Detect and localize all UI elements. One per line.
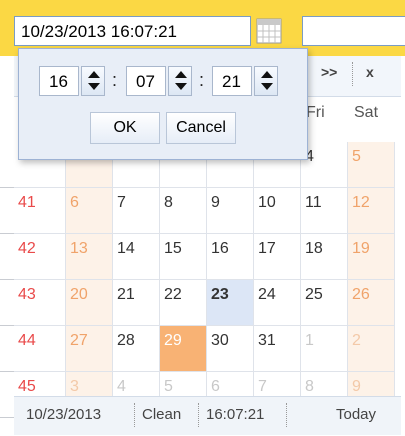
week-number: 43 bbox=[14, 280, 66, 326]
day-cell[interactable]: 17 bbox=[254, 234, 301, 280]
grid-line bbox=[0, 233, 14, 234]
footer-separator bbox=[134, 403, 136, 427]
secondary-input[interactable] bbox=[302, 16, 405, 46]
hour-field[interactable]: 16 bbox=[39, 66, 79, 96]
footer-time[interactable]: 16:07:21 bbox=[206, 406, 264, 423]
footer-date[interactable]: 10/23/2013 bbox=[26, 406, 101, 423]
up-arrow-icon[interactable] bbox=[261, 71, 273, 78]
time-separator: : bbox=[199, 70, 205, 90]
day-cell[interactable]: 5 bbox=[348, 142, 395, 188]
day-cell[interactable]: 13 bbox=[66, 234, 113, 280]
day-cell[interactable]: 7 bbox=[113, 188, 160, 234]
day-cell[interactable]: 18 bbox=[301, 234, 348, 280]
day-cell[interactable]: 23 bbox=[207, 280, 254, 326]
day-cell[interactable]: 26 bbox=[348, 280, 395, 326]
ok-button[interactable]: OK bbox=[90, 112, 160, 144]
datetime-picker: 10/23/2013 16:07:21 >> x Fri Sat 4 5 41 6 7 8… bbox=[0, 0, 405, 436]
minute-field[interactable]: 07 bbox=[126, 66, 166, 96]
time-separator: : bbox=[112, 70, 118, 90]
day-cell[interactable]: 6 bbox=[66, 188, 113, 234]
minute-spinner[interactable] bbox=[168, 66, 192, 96]
time-picker-popup: 16 : 07 : 21 OK Cancel bbox=[18, 48, 308, 160]
second-spinner[interactable] bbox=[254, 66, 278, 96]
day-cell[interactable]: 25 bbox=[301, 280, 348, 326]
hour-spinner[interactable] bbox=[81, 66, 105, 96]
nav-separator bbox=[352, 62, 353, 86]
grid-line bbox=[0, 187, 14, 188]
day-cell[interactable]: 8 bbox=[160, 188, 207, 234]
grid-line bbox=[0, 279, 14, 280]
down-arrow-icon[interactable] bbox=[88, 83, 100, 90]
up-arrow-icon[interactable] bbox=[175, 71, 187, 78]
day-cell[interactable]: 31 bbox=[254, 326, 301, 372]
day-cell[interactable]: 4 bbox=[301, 142, 348, 188]
day-cell[interactable]: 27 bbox=[66, 326, 113, 372]
calendar-footer: 10/23/2013 Clean 16:07:21 Today bbox=[14, 396, 401, 435]
up-arrow-icon[interactable] bbox=[88, 71, 100, 78]
day-cell[interactable]: 21 bbox=[113, 280, 160, 326]
calendar-icon[interactable] bbox=[256, 17, 282, 45]
datetime-input[interactable]: 10/23/2013 16:07:21 bbox=[14, 16, 251, 46]
day-cell[interactable]: 11 bbox=[301, 188, 348, 234]
down-arrow-icon[interactable] bbox=[261, 83, 273, 90]
day-cell[interactable]: 20 bbox=[66, 280, 113, 326]
day-cell[interactable]: 22 bbox=[160, 280, 207, 326]
week-number: 41 bbox=[14, 188, 66, 234]
today-button[interactable]: Today bbox=[336, 406, 376, 423]
week-number: 44 bbox=[14, 326, 66, 372]
day-cell[interactable]: 10 bbox=[254, 188, 301, 234]
day-cell[interactable]: 2 bbox=[348, 326, 395, 372]
day-cell[interactable]: 15 bbox=[160, 234, 207, 280]
grid-line bbox=[0, 371, 14, 372]
day-cell[interactable]: 24 bbox=[254, 280, 301, 326]
second-field[interactable]: 21 bbox=[212, 66, 252, 96]
weekday-header-fri: Fri bbox=[306, 104, 325, 121]
day-cell[interactable]: 1 bbox=[301, 326, 348, 372]
next-year-button[interactable]: >> bbox=[321, 64, 337, 80]
weekday-header-sat: Sat bbox=[354, 104, 379, 121]
day-cell[interactable]: 14 bbox=[113, 234, 160, 280]
footer-separator bbox=[198, 403, 200, 427]
day-cell[interactable]: 9 bbox=[207, 188, 254, 234]
day-cell[interactable]: 12 bbox=[348, 188, 395, 234]
day-cell[interactable]: 16 bbox=[207, 234, 254, 280]
day-cell[interactable]: 19 bbox=[348, 234, 395, 280]
footer-separator bbox=[286, 403, 288, 427]
cancel-button[interactable]: Cancel bbox=[166, 112, 236, 144]
close-button[interactable]: x bbox=[366, 64, 374, 80]
week-number: 42 bbox=[14, 234, 66, 280]
day-cell[interactable]: 30 bbox=[207, 326, 254, 372]
clean-button[interactable]: Clean bbox=[142, 406, 181, 423]
down-arrow-icon[interactable] bbox=[175, 83, 187, 90]
grid-line bbox=[0, 325, 14, 326]
day-cell[interactable]: 29 bbox=[160, 326, 207, 372]
grid-line bbox=[0, 417, 14, 418]
day-cell[interactable]: 28 bbox=[113, 326, 160, 372]
